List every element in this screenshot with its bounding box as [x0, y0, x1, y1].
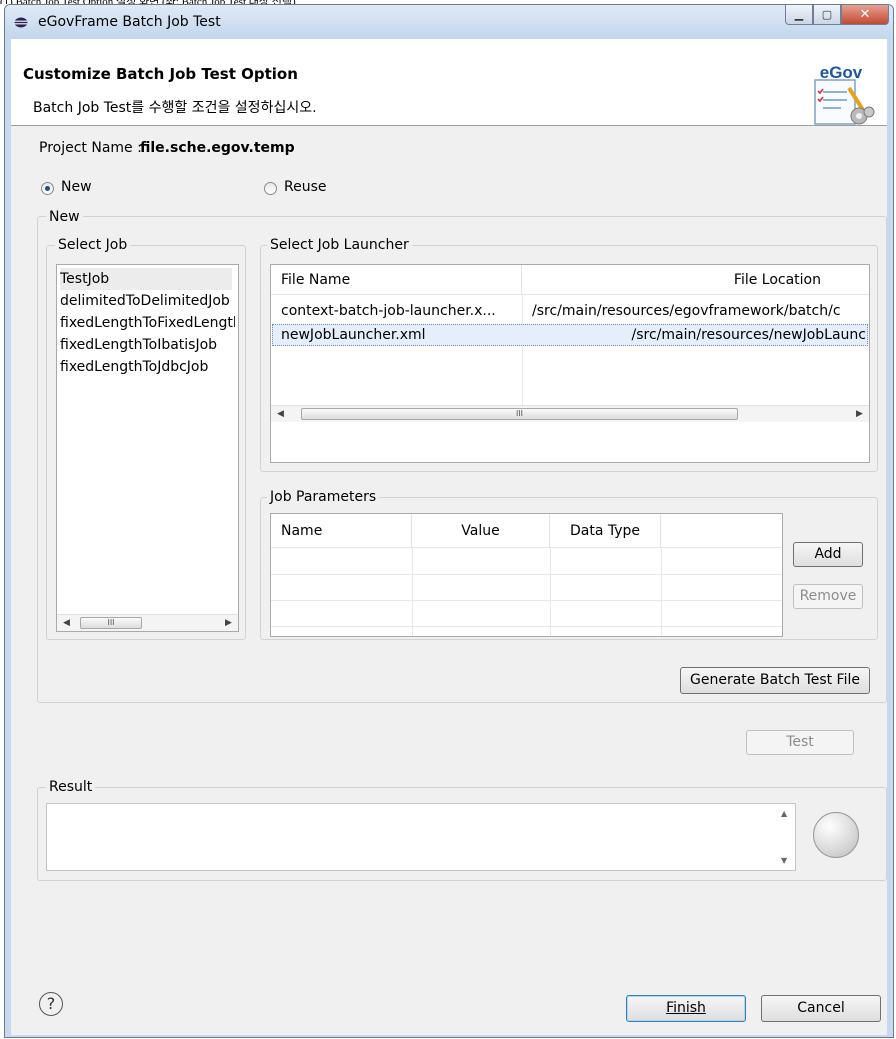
column-header-empty: [661, 514, 782, 548]
launcher-row-2-location[interactable]: /src/main/resources/newJobLaunc: [532, 324, 866, 346]
column-header-file-name[interactable]: File Name: [271, 265, 522, 295]
row-divider: [271, 600, 782, 601]
column-divider: [661, 548, 662, 636]
params-table-header: Name Value Data Type: [271, 514, 782, 548]
test-button[interactable]: Test: [746, 730, 854, 755]
select-job-list[interactable]: TestJob delimitedToDelimitedJob fixedLen…: [56, 264, 239, 632]
list-item[interactable]: TestJob: [60, 268, 232, 290]
scroll-left-icon[interactable]: ◀: [272, 406, 289, 422]
wizard-header: Customize Batch Job Test Option Batch Jo…: [11, 39, 887, 126]
window-title: eGovFrame Batch Job Test: [38, 14, 221, 30]
column-header-data-type[interactable]: Data Type: [550, 514, 661, 548]
cancel-button[interactable]: Cancel: [761, 995, 881, 1022]
column-divider: [550, 548, 551, 636]
new-group-title: New: [46, 209, 83, 225]
finish-button[interactable]: Finish: [626, 995, 746, 1022]
scroll-thumb[interactable]: III: [301, 408, 738, 420]
maximize-icon: ▢: [821, 8, 833, 21]
column-header-value[interactable]: Value: [412, 514, 550, 548]
column-header-file-location[interactable]: File Location: [522, 265, 869, 295]
launcher-table[interactable]: File Name File Location context-batch-jo…: [270, 264, 870, 463]
column-header-name[interactable]: Name: [271, 514, 412, 548]
remove-button[interactable]: Remove: [793, 584, 863, 609]
new-radio-label: New: [61, 179, 92, 195]
job-parameters-title: Job Parameters: [267, 489, 380, 505]
launcher-title: Select Job Launcher: [267, 237, 412, 253]
scroll-thumb[interactable]: III: [80, 617, 142, 629]
new-radio[interactable]: [41, 182, 54, 195]
add-button[interactable]: Add: [793, 542, 863, 567]
scroll-right-icon[interactable]: ▶: [851, 406, 868, 422]
header-title: Customize Batch Job Test Option: [23, 65, 298, 83]
row-divider: [271, 626, 782, 627]
select-job-title: Select Job: [55, 237, 131, 253]
minimize-icon: ▁: [794, 8, 804, 21]
scroll-down-icon[interactable]: ▼: [781, 856, 787, 865]
eclipse-icon: [14, 17, 28, 28]
scroll-up-icon[interactable]: ▲: [781, 809, 787, 818]
scroll-left-icon[interactable]: ◀: [58, 615, 75, 631]
reuse-radio-label: Reuse: [284, 179, 327, 195]
row-divider: [271, 574, 782, 575]
project-name-value: file.sche.egov.temp: [140, 140, 295, 156]
close-icon: ✕: [859, 7, 871, 22]
result-vscrollbar[interactable]: ▲ ▼: [777, 805, 794, 869]
launcher-row-2-name[interactable]: newJobLauncher.xml: [281, 324, 517, 346]
result-status-indicator: [813, 812, 859, 858]
dialog-window: eGovFrame Batch Job Test ▁ ▢ ✕ Customize…: [4, 4, 894, 1038]
close-button[interactable]: ✕: [841, 5, 889, 25]
column-divider: [412, 548, 413, 636]
list-item[interactable]: fixedLengthToIbatisJob: [60, 334, 235, 356]
reuse-radio[interactable]: [264, 182, 277, 195]
minimize-button[interactable]: ▁: [785, 5, 813, 25]
dialog-client: Customize Batch Job Test Option Batch Jo…: [11, 39, 887, 1035]
help-icon[interactable]: ?: [39, 992, 63, 1016]
egov-logo-icon: eGov: [814, 64, 875, 125]
launcher-row-1-location[interactable]: /src/main/resources/egovframework/batch/…: [532, 300, 868, 322]
finish-label: Finish: [666, 1000, 706, 1016]
title-bar[interactable]: eGovFrame Batch Job Test ▁ ▢ ✕: [5, 5, 893, 39]
job-parameters-table[interactable]: Name Value Data Type: [270, 513, 783, 637]
generate-batch-test-file-button[interactable]: Generate Batch Test File: [680, 667, 870, 694]
launcher-table-header: File Name File Location: [271, 265, 869, 295]
launcher-hscrollbar[interactable]: ◀ III ▶: [271, 405, 869, 422]
egov-logo-text: eGov: [820, 64, 863, 82]
header-subtitle: Batch Job Test를 수행할 조건을 설정하십시오.: [33, 100, 317, 116]
result-textarea[interactable]: ▲ ▼: [46, 803, 796, 871]
project-name-label: Project Name :: [39, 140, 142, 156]
result-title: Result: [46, 779, 96, 795]
list-item[interactable]: fixedLengthToJdbcJob: [60, 356, 235, 378]
launcher-row-1-name[interactable]: context-batch-job-launcher.x...: [281, 300, 517, 322]
list-item[interactable]: fixedLengthToFixedLengthJob: [60, 312, 235, 334]
maximize-button[interactable]: ▢: [813, 5, 841, 25]
column-divider: [522, 295, 523, 405]
list-item[interactable]: delimitedToDelimitedJob: [60, 290, 235, 312]
select-job-hscrollbar[interactable]: ◀ III ▶: [57, 614, 238, 631]
scroll-right-icon[interactable]: ▶: [220, 615, 237, 631]
